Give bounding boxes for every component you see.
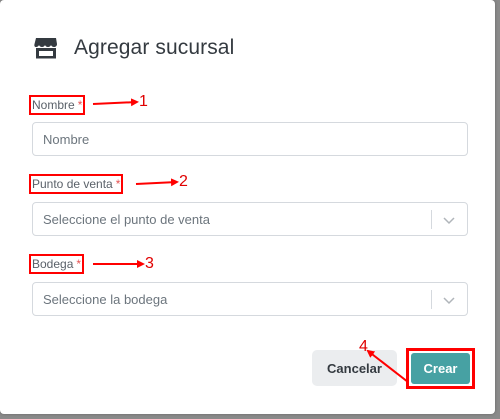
punto-de-venta-select[interactable]: Seleccione el punto de venta: [32, 202, 468, 236]
create-button-highlight: Crear: [406, 348, 475, 389]
bodega-label-text: Bodega: [32, 257, 74, 271]
nombre-field[interactable]: [32, 122, 468, 156]
annotation-number-4: 4: [359, 338, 368, 355]
annotation-number-2: 2: [179, 173, 188, 190]
select-separator: [431, 290, 432, 309]
nombre-label-text: Nombre: [32, 98, 75, 112]
required-mark: *: [77, 98, 83, 112]
select-separator: [431, 210, 432, 229]
nombre-input[interactable]: [33, 123, 467, 155]
punto-de-venta-placeholder: Seleccione el punto de venta: [43, 211, 210, 227]
bodega-label: Bodega *: [29, 254, 85, 274]
chevron-down-icon[interactable]: [442, 293, 456, 307]
required-mark: *: [115, 177, 121, 191]
bodega-select[interactable]: Seleccione la bodega: [32, 282, 468, 316]
chevron-down-icon[interactable]: [442, 213, 456, 227]
punto-de-venta-label: Punto de venta *: [29, 174, 124, 194]
cancel-button[interactable]: Cancelar: [312, 350, 397, 386]
modal-header: Agregar sucursal: [33, 33, 234, 63]
nombre-label: Nombre *: [29, 95, 86, 115]
required-mark: *: [76, 257, 82, 271]
store-icon: [33, 35, 59, 61]
create-button[interactable]: Crear: [411, 353, 470, 384]
bodega-placeholder: Seleccione la bodega: [43, 291, 168, 307]
punto-de-venta-label-text: Punto de venta: [32, 177, 113, 191]
annotation-number-3: 3: [145, 255, 154, 272]
modal-title: Agregar sucursal: [74, 36, 235, 59]
add-branch-modal: Agregar sucursal Nombre * Punto de venta…: [0, 0, 495, 414]
annotation-number-1: 1: [139, 93, 148, 110]
